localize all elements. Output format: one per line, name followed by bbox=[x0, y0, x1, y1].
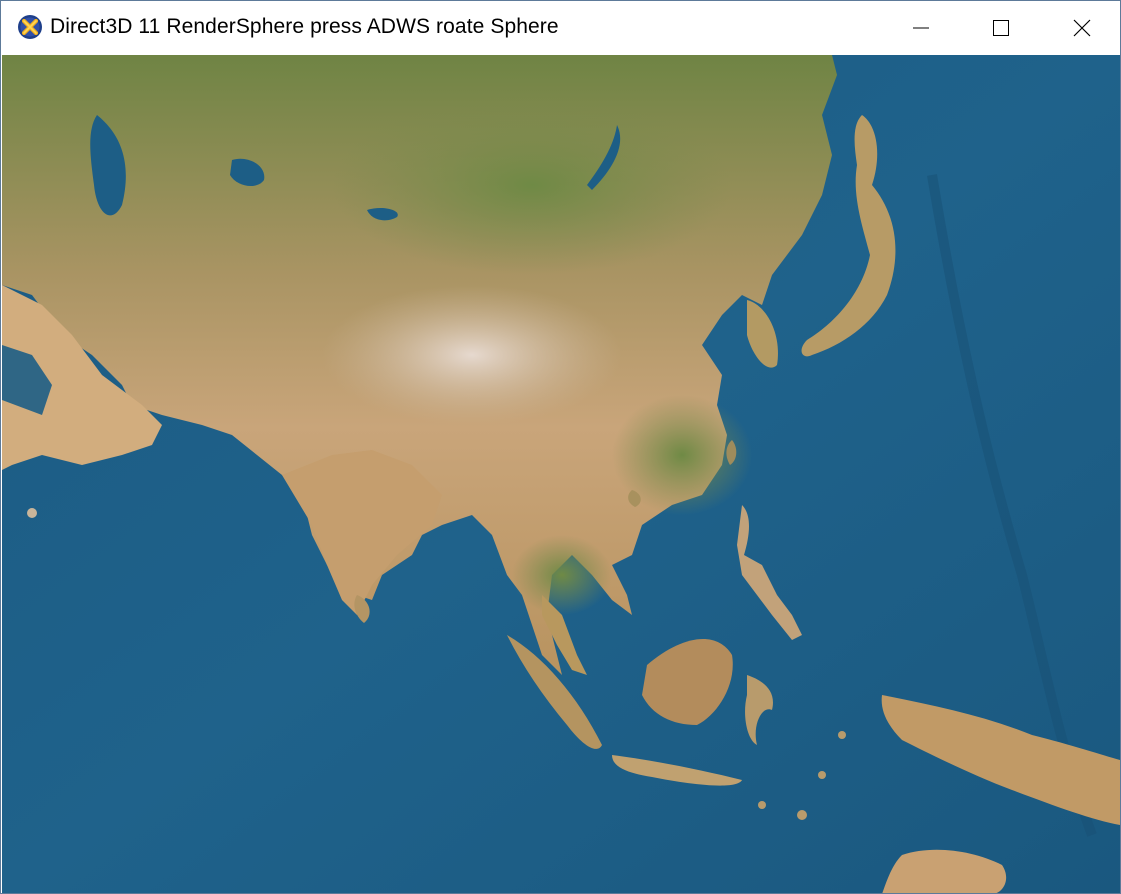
close-icon bbox=[1073, 19, 1091, 37]
siberian-forest bbox=[332, 95, 732, 275]
small-island bbox=[758, 801, 766, 809]
app-window: Direct3D 11 RenderSphere press ADWS roat… bbox=[0, 0, 1121, 894]
small-island bbox=[797, 810, 807, 820]
small-island bbox=[838, 731, 846, 739]
title-bar[interactable]: Direct3D 11 RenderSphere press ADWS roat… bbox=[1, 1, 1120, 55]
tibetan-plateau bbox=[322, 285, 622, 425]
small-island bbox=[27, 508, 37, 518]
minimize-button[interactable] bbox=[881, 1, 961, 55]
maximize-icon bbox=[993, 20, 1009, 36]
window-title: Direct3D 11 RenderSphere press ADWS roat… bbox=[50, 15, 559, 38]
rendered-earth-sphere[interactable] bbox=[2, 55, 1120, 894]
minimize-icon bbox=[913, 27, 929, 29]
indochina-green bbox=[512, 535, 612, 615]
maximize-button[interactable] bbox=[961, 1, 1041, 55]
directx-x-icon[interactable] bbox=[17, 14, 43, 40]
close-button[interactable] bbox=[1042, 1, 1120, 55]
render-viewport[interactable] bbox=[2, 55, 1120, 894]
small-island bbox=[818, 771, 826, 779]
